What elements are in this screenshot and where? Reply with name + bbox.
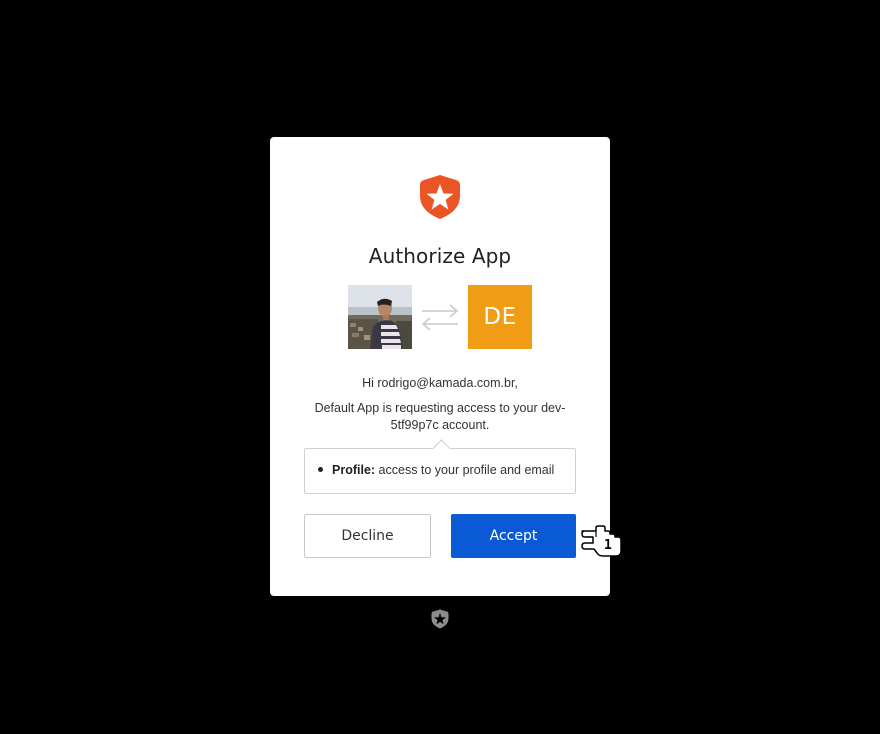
authorize-dialog: Authorize App DE Hi rodrigo@kamada.com.b… xyxy=(270,137,610,596)
swap-arrows-icon xyxy=(421,304,459,331)
scope-description: access to your profile and email xyxy=(375,463,555,477)
scope-name: Profile: xyxy=(332,463,376,477)
app-avatar: DE xyxy=(468,285,532,349)
access-request-line-1: Default App is requesting access to your… xyxy=(314,401,566,415)
cursor-step-label: 1 xyxy=(604,538,612,553)
page-title: Authorize App xyxy=(368,244,512,268)
user-photo xyxy=(348,285,412,349)
greeting-text: Hi rodrigo@kamada.com.br, xyxy=(362,376,518,390)
access-request-text: Default App is requesting access to your… xyxy=(310,400,570,434)
scopes-pointer xyxy=(432,439,451,458)
scopes-list: Profile: access to your profile and emai… xyxy=(304,439,576,494)
decline-button[interactable]: Decline xyxy=(304,514,431,558)
auth0-footer-logo-icon xyxy=(431,609,449,629)
user-avatar xyxy=(348,285,412,349)
accept-button[interactable]: Accept xyxy=(451,514,576,558)
bullet-icon xyxy=(318,467,323,472)
hand-pointer-cursor-icon xyxy=(581,525,622,557)
access-request-line-2: 5tf99p7c account. xyxy=(390,418,490,432)
auth0-logo-icon xyxy=(420,175,460,219)
scope-item-profile: Profile: access to your profile and emai… xyxy=(318,463,554,477)
